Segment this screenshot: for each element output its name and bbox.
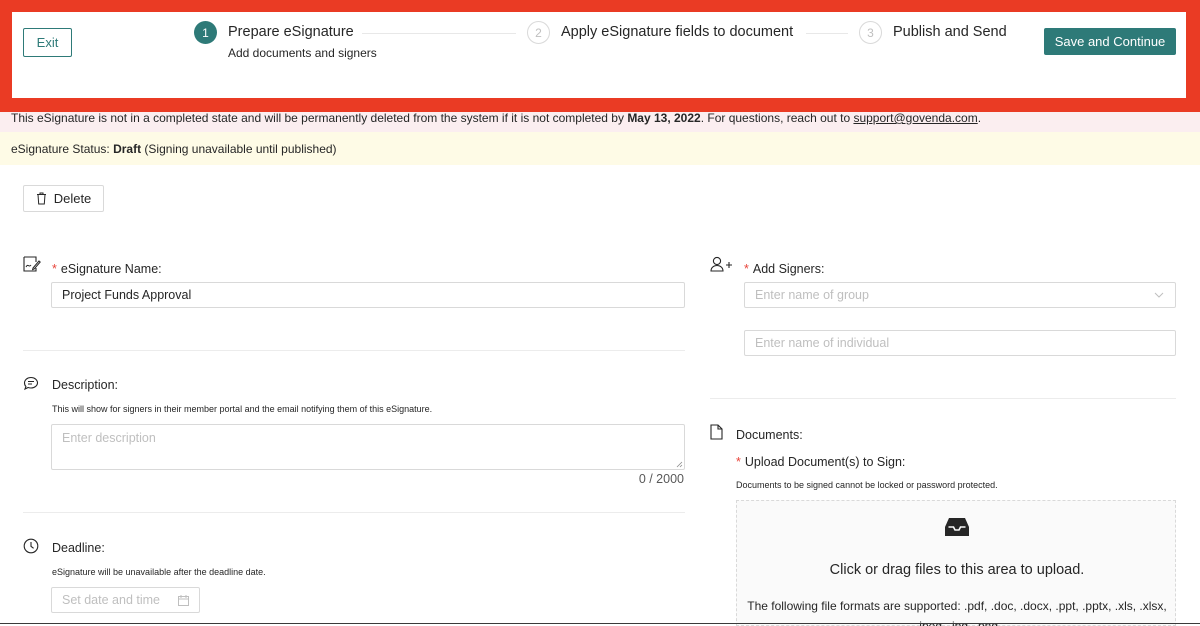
step-2-number: 2 [527,21,550,44]
resize-handle-icon[interactable] [676,461,683,468]
step-connector [806,33,848,34]
save-and-continue-button[interactable]: Save and Continue [1044,28,1176,55]
step-1-title: Prepare eSignature [228,24,354,40]
deadline-help: eSignature will be unavailable after the… [52,567,266,577]
deletion-notice: This eSignature is not in a completed st… [0,112,1200,132]
chevron-down-icon [1154,292,1164,298]
signer-individual-input[interactable]: Enter name of individual [744,330,1176,356]
divider [23,512,685,513]
notice-text: . For questions, reach out to [700,112,854,125]
notice-text: This eSignature is not in a completed st… [11,112,628,125]
upload-documents-label-text: Upload Document(s) to Sign [744,455,902,469]
description-label: Description: [52,378,119,392]
comment-icon [23,376,39,391]
description-help: This will show for signers in their memb… [52,404,433,414]
deadline-placeholder: Set date and time [62,593,160,607]
deadline-label: Deadline: [52,541,105,555]
wizard-header-highlight: Exit 1 Prepare eSignature Add documents … [0,0,1200,112]
wizard-header: Exit 1 Prepare eSignature Add documents … [12,12,1186,98]
upload-documents-label: * Upload Document(s) to Sign: [736,455,906,469]
deadline-date-picker[interactable]: Set date and time [51,587,200,613]
step-3-title: Publish and Send [893,24,1007,40]
divider [23,350,685,351]
signer-group-placeholder: Enter name of group [755,288,869,302]
add-signers-label-text: Add Signers [752,262,821,276]
status-bar: eSignature Status: Draft (Signing unavai… [0,132,1200,165]
delete-label: Delete [53,191,92,206]
notice-text: . [977,112,982,125]
notice-date: May 13, 2022 [627,112,701,125]
esignature-name-label-text: eSignature Name [60,262,159,276]
support-email-link[interactable]: support@govenda.com [853,112,977,125]
document-icon [710,424,723,440]
trash-icon [36,192,46,205]
bottom-border [0,623,1200,624]
description-counter: 0 / 2000 [638,472,684,486]
esignature-name-input[interactable]: Project Funds Approval [51,282,685,308]
status-value: Draft [113,141,142,156]
documents-label: Documents: [736,428,803,442]
esignature-name-label: * eSignature Name: [52,262,162,276]
step-1-number: 1 [194,21,217,44]
step-3-number: 3 [859,21,882,44]
signature-icon [23,256,41,272]
step-connector [362,33,516,34]
divider [710,398,1176,399]
delete-button[interactable]: Delete [23,185,104,212]
step-1[interactable]: 1 Prepare eSignature Add documents and s… [194,21,377,60]
exit-button[interactable]: Exit [23,28,72,57]
status-suffix: (Signing unavailable until published) [141,141,337,156]
description-label-text: Description [52,378,115,392]
step-2[interactable]: 2 Apply eSignature fields to document [527,21,793,44]
file-upload-dropzone[interactable]: Click or drag files to this area to uplo… [736,500,1176,626]
description-textarea[interactable]: Enter description [51,424,685,470]
upload-title: Click or drag files to this area to uplo… [829,562,1085,578]
signer-group-select[interactable]: Enter name of group [744,282,1176,308]
clock-icon [23,538,39,554]
upload-formats: The following file formats are supported… [747,599,1167,626]
add-user-icon [710,256,732,272]
documents-label-text: Documents [736,428,800,442]
step-2-title: Apply eSignature fields to document [561,24,794,40]
step-1-subtitle: Add documents and signers [228,46,377,60]
add-signers-label: * Add Signers: [744,262,825,276]
status-prefix: eSignature Status: [11,141,114,156]
deadline-label-text: Deadline [52,541,102,555]
inbox-icon [945,518,969,536]
documents-help: Documents to be signed cannot be locked … [736,480,998,490]
step-3[interactable]: 3 Publish and Send [859,21,1007,44]
calendar-icon [178,595,189,606]
